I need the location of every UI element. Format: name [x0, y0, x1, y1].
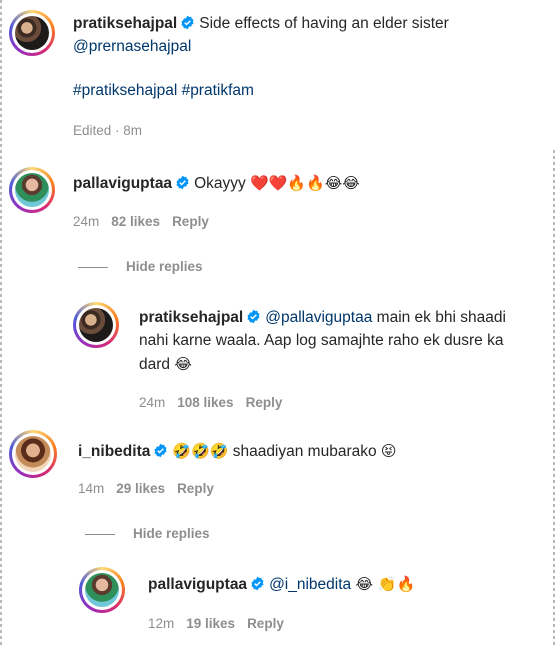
verified-icon [154, 443, 167, 458]
rofl-emojis: 🤣🤣🤣 [172, 442, 229, 460]
reply-button[interactable]: Reply [247, 616, 284, 631]
comment-text: Okayyy [194, 175, 246, 192]
comment-text-line2: nahi karne waala. Aap log samajhte raho … [139, 332, 504, 349]
hide-replies-button[interactable]: Hide replies [85, 526, 210, 541]
username[interactable]: pallaviguptaa [73, 175, 172, 192]
avatar-photo [79, 308, 113, 342]
likes-count[interactable]: 108 likes [177, 395, 233, 410]
hide-replies-label: Hide replies [126, 259, 203, 274]
likes-count[interactable]: 29 likes [116, 481, 165, 496]
laughing-emoji: 😂 [174, 355, 192, 373]
username[interactable]: i_nibedita [78, 443, 150, 460]
avatar[interactable] [73, 302, 119, 348]
divider-line [78, 266, 108, 268]
username[interactable]: pallaviguptaa [148, 576, 247, 593]
avatar[interactable] [9, 167, 55, 213]
mention-link[interactable]: @prernasehajpal [73, 36, 191, 58]
emoji-reactions: ❤️❤️🔥🔥😂😂 [250, 174, 360, 192]
hide-replies-label: Hide replies [133, 526, 210, 541]
avatar[interactable] [79, 567, 125, 613]
avatar-photo [15, 16, 49, 50]
likes-count[interactable]: 19 likes [186, 616, 235, 631]
timestamp: 12m [148, 616, 175, 631]
hide-replies-button[interactable]: Hide replies [78, 259, 203, 274]
mention-link[interactable]: @i_nibedita [269, 576, 351, 593]
avatar-photo [85, 573, 119, 607]
avatar-photo [15, 173, 49, 207]
divider-line [85, 533, 115, 535]
likes-count[interactable]: 82 likes [111, 214, 160, 229]
comment-text-line3: dard [139, 356, 171, 373]
mention-link[interactable]: @pallaviguptaa [265, 309, 372, 326]
edited-timestamp: Edited · 8m [73, 123, 143, 138]
timestamp: 14m [78, 481, 105, 496]
comment-text: shaadiyan mubarako [232, 443, 377, 460]
hashtags[interactable]: #pratiksehajpal #pratikfam [73, 80, 254, 102]
verified-icon [176, 175, 189, 190]
reply-button[interactable]: Reply [246, 395, 283, 410]
caption-text: Side effects of having an elder sister [199, 15, 449, 32]
avatar-photo [15, 436, 51, 472]
left-dotted-border [0, 0, 2, 646]
verified-icon [181, 15, 194, 30]
verified-icon [247, 309, 260, 324]
reply-button[interactable]: Reply [177, 481, 214, 496]
timestamp: 24m [73, 214, 100, 229]
timestamp: 24m [139, 395, 166, 410]
avatar[interactable] [9, 10, 55, 56]
reply-button[interactable]: Reply [172, 214, 209, 229]
tongue-emoji: 😝 [380, 442, 397, 460]
avatar[interactable] [9, 430, 57, 478]
emoji-reactions: 😂 👏🔥 [355, 575, 416, 593]
comment-text-line1: main ek bhi shaadi [376, 309, 506, 326]
username[interactable]: pratiksehajpal [139, 309, 243, 326]
username[interactable]: pratiksehajpal [73, 15, 177, 32]
verified-icon [251, 576, 264, 591]
